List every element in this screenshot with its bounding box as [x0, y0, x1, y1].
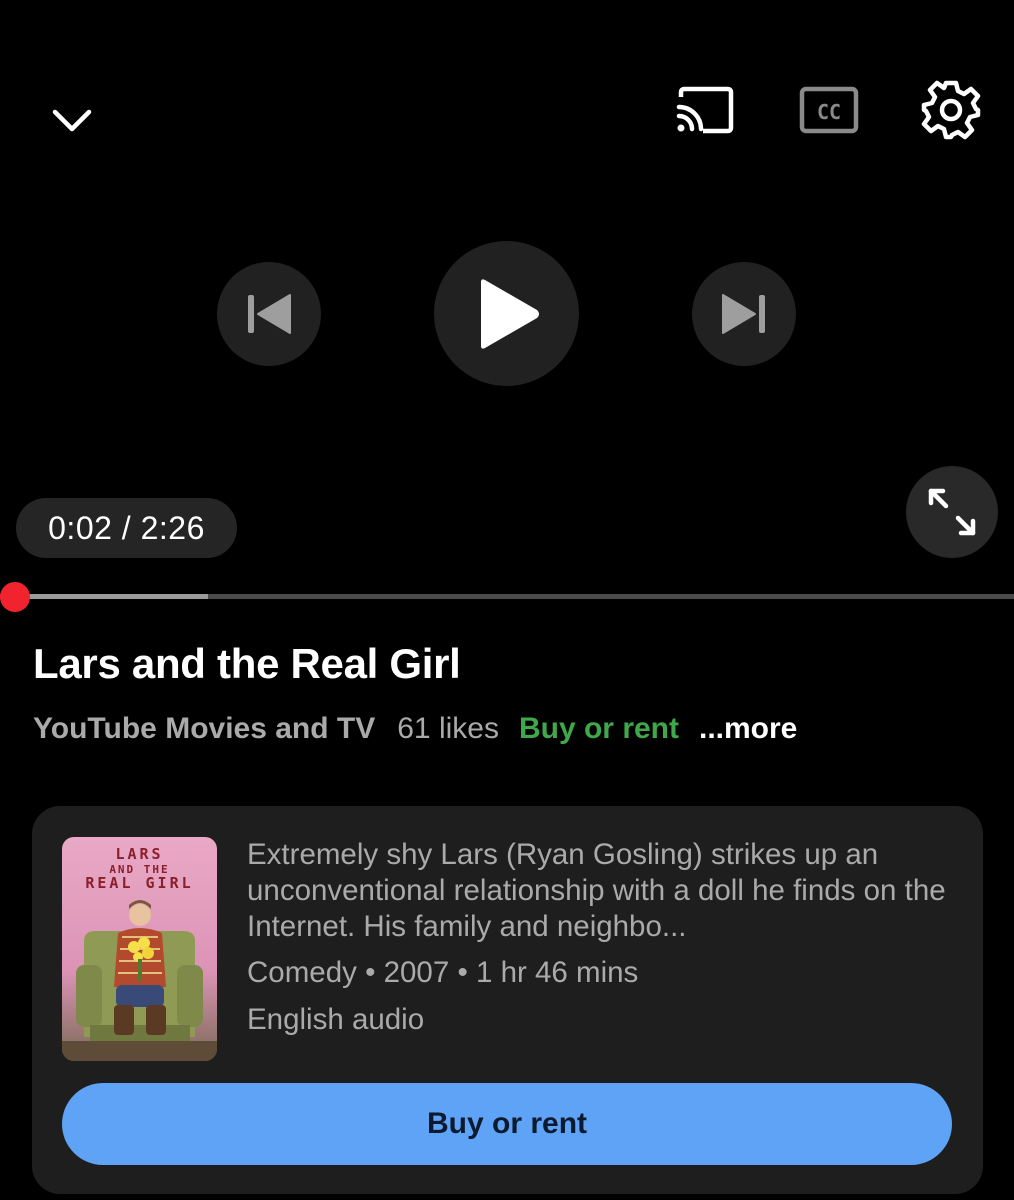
play-icon[interactable] — [434, 241, 579, 386]
skip-next-icon[interactable] — [692, 262, 796, 366]
movie-year: 2007 — [383, 956, 450, 989]
video-meta-row: YouTube Movies and TV 61 likes Buy or re… — [33, 712, 797, 746]
cast-icon[interactable] — [668, 80, 740, 140]
chevron-down-icon[interactable] — [44, 95, 100, 147]
skip-previous-icon[interactable] — [217, 262, 321, 366]
progress-buffered — [0, 594, 208, 599]
video-player[interactable]: CC 0:02 / 2:26 — [0, 0, 1014, 612]
buy-or-rent-link[interactable]: Buy or rent — [519, 712, 679, 746]
progress-scrubber-handle[interactable] — [0, 582, 31, 612]
movie-description: Extremely shy Lars (Ryan Gosling) strike… — [247, 838, 946, 943]
movie-poster[interactable]: LARS AND THE REAL GIRL — [62, 837, 217, 1061]
progress-bar[interactable] — [0, 594, 1014, 599]
gear-icon[interactable] — [916, 76, 986, 144]
movie-details: Comedy • 2007 • 1 hr 46 mins — [247, 956, 638, 990]
movie-genre: Comedy — [247, 956, 357, 989]
separator-dot: • — [457, 956, 476, 989]
more-link[interactable]: ...more — [699, 712, 797, 746]
captions-label: CC — [817, 100, 841, 124]
poster-artwork — [62, 900, 217, 1061]
separator-dot: • — [365, 956, 384, 989]
closed-captions-icon[interactable]: CC — [796, 82, 862, 138]
movie-info-card: LARS AND THE REAL GIRL Extremely shy Lar… — [32, 806, 983, 1194]
video-title: Lars and the Real Girl — [33, 640, 461, 687]
channel-name[interactable]: YouTube Movies and TV — [33, 712, 375, 746]
buy-or-rent-button[interactable]: Buy or rent — [62, 1083, 952, 1165]
fullscreen-icon[interactable] — [906, 466, 998, 558]
audio-language: English audio — [247, 1003, 425, 1036]
movie-duration: 1 hr 46 mins — [475, 956, 639, 989]
likes-count: 61 likes — [397, 712, 499, 745]
time-display: 0:02 / 2:26 — [16, 498, 237, 558]
